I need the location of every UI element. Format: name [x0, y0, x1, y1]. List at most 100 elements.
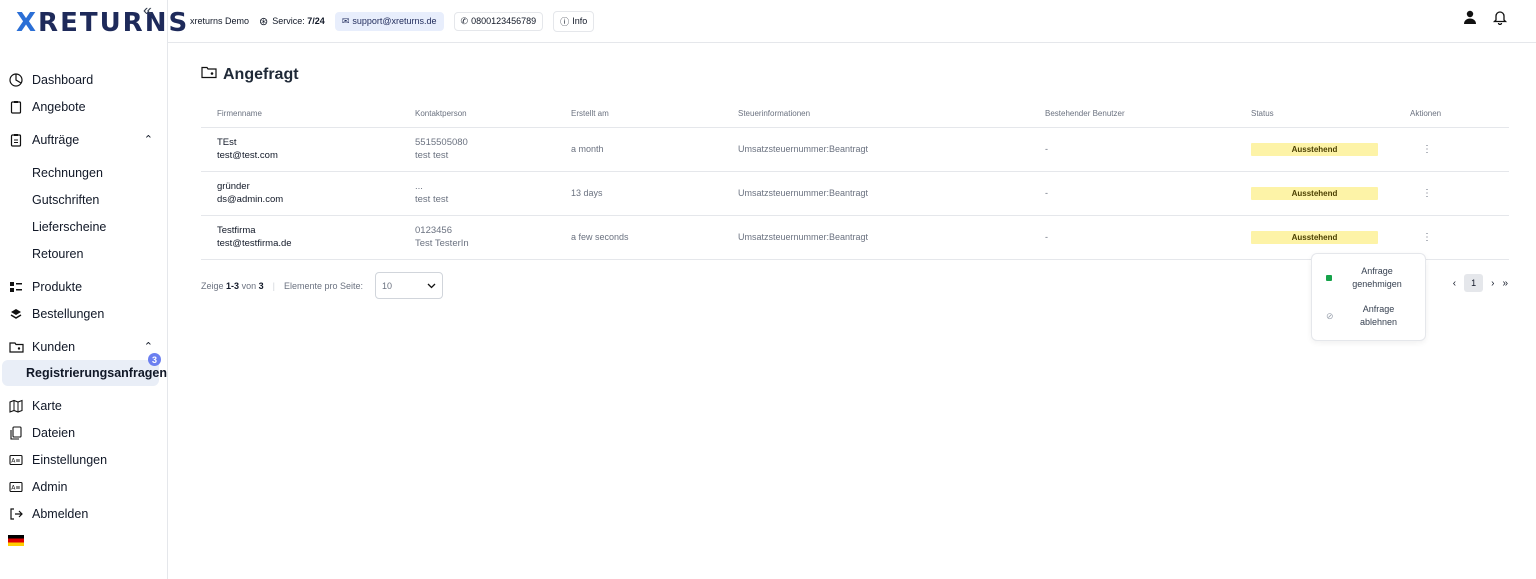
phone-icon: ✆	[460, 15, 469, 26]
sidebar-item-karte[interactable]: Karte	[0, 392, 167, 419]
tax-cell: Umsatzsteuernummer:Beantragt	[722, 171, 1029, 216]
approve-request-menu-item[interactable]: Anfrage genehmigen	[1312, 259, 1425, 297]
tax-cell: Umsatzsteuernummer:Beantragt	[722, 127, 1029, 172]
chevron-up-icon: ⌃	[143, 341, 153, 353]
firm-cell: gründer ds@admin.com	[201, 171, 399, 216]
registration-requests-table: Firmenname Kontaktperson Erstellt am Ste…	[201, 101, 1509, 260]
service-hours: ⊛ Service: 7/24	[259, 15, 325, 28]
status-badge: Ausstehend	[1251, 142, 1378, 156]
sidebar-item-angebote[interactable]: Angebote	[0, 93, 167, 120]
info-icon: ⓘ	[560, 16, 570, 27]
existing-user-cell: -	[1029, 215, 1235, 260]
german-flag-icon	[8, 535, 24, 546]
table-row[interactable]: Testfirma test@testfirma.de 0123456 Test T…	[201, 215, 1509, 260]
status-badge: Ausstehend	[1251, 230, 1378, 244]
sidebar-item-kunden[interactable]: Kunden ⌃	[0, 333, 167, 360]
table-header-row: Firmenname Kontaktperson Erstellt am Ste…	[201, 101, 1509, 128]
column-header[interactable]: Kontaktperson	[399, 101, 555, 128]
user-icon[interactable]	[1462, 9, 1478, 27]
page-number-button[interactable]: 1	[1464, 274, 1484, 292]
logo[interactable]: XRETURNS	[16, 8, 189, 38]
status-cell: Ausstehend	[1235, 127, 1394, 172]
status-cell: Ausstehend	[1235, 171, 1394, 216]
chevron-down-icon	[427, 281, 436, 291]
collapse-sidebar-button[interactable]: «	[143, 2, 152, 20]
support-phone-link[interactable]: ✆ 0800123456789	[453, 11, 544, 31]
support-email-link[interactable]: ✉ support@xreturns.de	[334, 11, 444, 31]
topbar: xreturns Demo ⊛ Service: 7/24 ✉ support@…	[168, 0, 1536, 43]
folder-user-icon	[8, 339, 24, 355]
ban-icon: ⊘	[1326, 310, 1334, 321]
sidebar-item-gutschriften[interactable]: Gutschriften	[0, 186, 167, 213]
sidebar-item-admin[interactable]: A≡ Admin	[0, 473, 167, 500]
chevron-up-icon: ⌃	[143, 134, 153, 146]
main-content: xreturns Demo ⊛ Service: 7/24 ✉ support@…	[168, 0, 1536, 579]
layers-icon	[8, 306, 24, 322]
bell-icon[interactable]	[1492, 9, 1508, 27]
reject-request-menu-item[interactable]: ⊘ Anfrage ablehnen	[1312, 297, 1425, 335]
divider: |	[272, 280, 275, 291]
count-badge: 3	[148, 353, 161, 366]
support-icon: ⊛	[259, 15, 269, 28]
sidebar-nav: Dashboard Angebote Aufträge ⌃ Rechnungen…	[0, 66, 167, 554]
more-actions-icon[interactable]: ⋮	[1410, 188, 1432, 199]
top-right-actions	[1462, 9, 1508, 27]
table-row[interactable]: gründer ds@admin.com ... test test 13 days…	[201, 171, 1509, 216]
table-row[interactable]: TEst test@test.com 5515505080 test test a …	[201, 127, 1509, 172]
sidebar-item-retouren[interactable]: Retouren	[0, 240, 167, 267]
actions-dropdown-menu: Anfrage genehmigen ⊘ Anfrage ablehnen	[1311, 253, 1426, 341]
id-card-icon: A≡	[8, 479, 24, 495]
column-header[interactable]: Steuerinformationen	[722, 101, 1029, 128]
sidebar-item-produkte[interactable]: Produkte	[0, 273, 167, 300]
more-actions-icon[interactable]: ⋮	[1410, 232, 1432, 243]
sidebar-item-rechnungen[interactable]: Rechnungen	[0, 159, 167, 186]
pagination-controls: ‹ 1 › »	[1453, 274, 1508, 292]
actions-cell: ⋮	[1394, 171, 1509, 216]
sidebar-item-auftraege[interactable]: Aufträge ⌃	[0, 126, 167, 153]
sidebar-item-dateien[interactable]: Dateien	[0, 419, 167, 446]
contact-cell: 5515505080 test test	[399, 127, 555, 172]
column-header[interactable]: Status	[1235, 101, 1394, 128]
firm-cell: Testfirma test@testfirma.de	[201, 215, 399, 260]
folder-user-icon	[201, 65, 217, 84]
column-header[interactable]: Erstellt am	[555, 101, 722, 128]
clipboard-list-icon	[8, 132, 24, 148]
existing-user-cell: -	[1029, 127, 1235, 172]
last-page-icon[interactable]: »	[1502, 278, 1508, 289]
previous-page-icon[interactable]: ‹	[1453, 278, 1456, 289]
page-title: Angefragt	[201, 65, 299, 84]
info-button[interactable]: ⓘ Info	[553, 10, 595, 32]
list-icon	[8, 279, 24, 295]
pagination-summary: Zeige 1-3 von 3 | Elemente pro Seite: 10	[201, 272, 443, 299]
sidebar-item-abmelden[interactable]: Abmelden	[0, 500, 167, 527]
column-header: Aktionen	[1394, 101, 1509, 128]
mail-icon: ✉	[341, 15, 350, 26]
status-badge: Ausstehend	[1251, 186, 1378, 200]
column-header[interactable]: Firmenname	[201, 101, 399, 128]
sidebar-item-registrierungsanfragen[interactable]: Registrierungsanfragen 3	[2, 353, 167, 386]
sidebar-item-bestellungen[interactable]: Bestellungen	[0, 300, 167, 327]
svg-text:A≡: A≡	[11, 484, 20, 491]
language-switch[interactable]	[0, 527, 167, 554]
contact-cell: ... test test	[399, 171, 555, 216]
column-header[interactable]: Bestehender Benutzer	[1029, 101, 1235, 128]
files-icon	[8, 425, 24, 441]
map-icon	[8, 398, 24, 414]
actions-cell: ⋮	[1394, 127, 1509, 172]
sidebar: XRETURNS « Dashboard Angebote Aufträge ⌃…	[0, 0, 187, 579]
contact-cell: 0123456 Test TesterIn	[399, 215, 555, 260]
logout-icon	[8, 506, 24, 522]
pie-chart-icon	[8, 72, 24, 88]
per-page-select[interactable]: 10	[375, 272, 443, 299]
id-card-icon: A≡	[8, 452, 24, 468]
approve-icon	[1326, 275, 1332, 281]
sidebar-item-einstellungen[interactable]: A≡ Einstellungen	[0, 446, 167, 473]
tax-cell: Umsatzsteuernummer:Beantragt	[722, 215, 1029, 260]
created-cell: a month	[555, 127, 722, 172]
more-actions-icon[interactable]: ⋮	[1410, 144, 1432, 155]
created-cell: a few seconds	[555, 215, 722, 260]
sidebar-item-dashboard[interactable]: Dashboard	[0, 66, 167, 93]
next-page-icon[interactable]: ›	[1491, 278, 1494, 289]
clipboard-icon	[8, 99, 24, 115]
sidebar-item-lieferscheine[interactable]: Lieferscheine	[0, 213, 167, 240]
